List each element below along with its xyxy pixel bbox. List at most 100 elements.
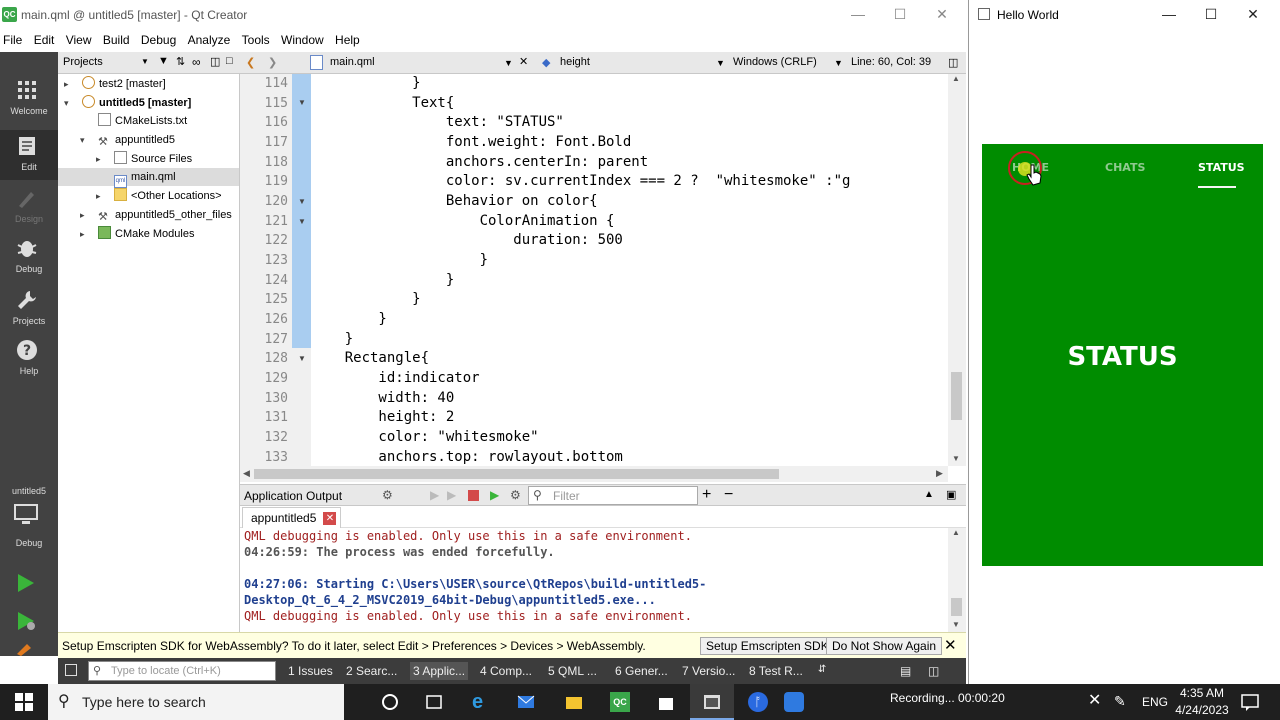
chevron-right-icon[interactable]: ▸ xyxy=(80,225,85,243)
tree-item-appuntitled5[interactable]: ▾ ⚒ appuntitled5 xyxy=(58,131,239,149)
chevron-right-icon[interactable]: ▸ xyxy=(64,75,69,93)
chevron-right-icon[interactable]: ▸ xyxy=(96,187,101,205)
mode-edit[interactable]: Edit xyxy=(0,130,58,180)
close-button[interactable]: ✕ xyxy=(1231,0,1275,30)
close-tab-icon[interactable]: ✕ xyxy=(323,512,337,525)
chevron-right-icon[interactable]: ▸ xyxy=(96,150,101,168)
build-hammer-icon[interactable] xyxy=(15,642,37,656)
chevron-down-icon[interactable]: ▼ xyxy=(834,58,843,68)
fold-arrow-icon[interactable]: ▼ xyxy=(298,217,306,226)
maximize-button[interactable]: ☐ xyxy=(1189,0,1233,30)
attach-debugger-icon[interactable]: ⚙ xyxy=(382,488,393,502)
bluetooth-icon[interactable]: ᚩ xyxy=(748,692,768,712)
chevron-down-icon[interactable]: ▼ xyxy=(716,58,725,68)
code-editor[interactable]: } Text{ text: "STATUS" font.weight: Font… xyxy=(311,74,948,466)
chevron-right-icon[interactable]: ▸ xyxy=(80,206,85,224)
menu-build[interactable]: Build xyxy=(100,30,135,47)
stop-icon[interactable] xyxy=(468,490,479,501)
scroll-down-icon[interactable]: ▼ xyxy=(952,620,960,629)
scrollbar-thumb[interactable] xyxy=(951,372,962,420)
chevron-down-icon[interactable]: ▼ xyxy=(504,58,513,68)
close-pane-icon[interactable]: □ xyxy=(226,55,233,67)
scrollbar-thumb[interactable] xyxy=(254,469,779,479)
zoom-in-icon[interactable]: + xyxy=(702,486,711,504)
tab-status[interactable]: STATUS xyxy=(1198,161,1245,174)
menu-debug[interactable]: Debug xyxy=(138,30,181,47)
minimize-button[interactable]: — xyxy=(1147,0,1191,30)
tree-item-test2[interactable]: ▸ test2 [master] xyxy=(58,75,239,93)
do-not-show-again-button[interactable]: Do Not Show Again xyxy=(826,637,943,655)
more-panes-icon[interactable]: ⇵ xyxy=(818,664,826,675)
gear-icon[interactable]: ⚙ xyxy=(510,488,521,502)
forward-arrow-icon[interactable]: ❯ xyxy=(268,56,277,69)
cortana-icon[interactable] xyxy=(380,692,400,712)
tree-item-main-qml[interactable]: qml main.qml xyxy=(58,168,239,188)
mode-projects[interactable]: Projects xyxy=(0,288,58,338)
back-arrow-icon[interactable]: ❮ xyxy=(246,56,255,69)
locator-input[interactable]: ⚲ Type to locate (Ctrl+K) xyxy=(88,661,276,681)
filter-icon[interactable]: ▼ xyxy=(158,55,169,67)
progress-icon[interactable]: ▤ xyxy=(900,664,911,678)
scroll-up-icon[interactable]: ▲ xyxy=(952,528,960,537)
fold-arrow-icon[interactable]: ▼ xyxy=(298,354,306,363)
pane-qml[interactable]: 5 QML ... xyxy=(548,664,597,678)
cursor-position[interactable]: Line: 60, Col: 39 xyxy=(851,56,931,68)
link-icon[interactable]: ∞ xyxy=(192,55,201,69)
output-tab-appuntitled5[interactable]: appuntitled5 ✕ xyxy=(242,507,342,528)
menu-edit[interactable]: Edit xyxy=(31,30,60,47)
tree-item-other-locations[interactable]: ▸ <Other Locations> xyxy=(58,187,239,205)
close-button[interactable]: ✕ xyxy=(920,0,964,30)
menu-help[interactable]: Help xyxy=(332,30,365,47)
scroll-right-icon[interactable]: ▶ xyxy=(936,468,943,479)
split-editor-icon[interactable]: ◫ xyxy=(948,56,958,69)
menu-window[interactable]: Window xyxy=(278,30,329,47)
mode-debug[interactable]: Debug xyxy=(0,236,58,286)
qt-creator-taskbar-icon[interactable]: QC xyxy=(610,692,630,712)
title-bar[interactable]: QC main.qml @ untitled5 [master] - Qt Cr… xyxy=(0,0,966,30)
open-file-dropdown[interactable]: main.qml xyxy=(330,56,375,68)
projects-dropdown[interactable]: Projects xyxy=(63,56,103,68)
scroll-left-icon[interactable]: ◀ xyxy=(243,468,250,479)
mail-icon[interactable] xyxy=(516,692,536,712)
scrollbar-thumb[interactable] xyxy=(951,598,962,616)
pane-issues[interactable]: 1 Issues xyxy=(288,664,333,678)
toggle-sidebar-icon[interactable] xyxy=(65,664,77,676)
kit-selector[interactable]: Debug xyxy=(0,502,58,550)
notification-icon[interactable] xyxy=(1240,692,1260,712)
mode-welcome[interactable]: Welcome xyxy=(0,78,58,128)
debug-run-icon[interactable] xyxy=(15,610,37,632)
scroll-down-icon[interactable]: ▼ xyxy=(952,454,960,463)
mode-help[interactable]: ? Help xyxy=(0,338,58,388)
tree-item-other-files[interactable]: ▸ ⚒ appuntitled5_other_files xyxy=(58,206,239,224)
language-indicator[interactable]: ENG xyxy=(1142,695,1168,709)
stop-recording-icon[interactable]: ✕ xyxy=(1088,690,1101,710)
menu-file[interactable]: File xyxy=(0,30,27,47)
debug-run-icon[interactable]: ▶ xyxy=(490,488,499,502)
pane-application-output[interactable]: 3 Applic... xyxy=(410,662,469,680)
chevron-down-icon[interactable]: ▾ xyxy=(64,94,69,112)
maximize-pane-icon[interactable]: ▲ xyxy=(924,489,934,500)
split-icon[interactable]: ◫ xyxy=(210,55,220,68)
symbol-dropdown[interactable]: height xyxy=(560,56,590,68)
clock-date[interactable]: 4/24/2023 xyxy=(1168,703,1236,717)
close-icon[interactable]: ✕ xyxy=(944,636,957,654)
app-taskbar-button[interactable] xyxy=(690,684,734,720)
close-pane-icon[interactable]: ▣ xyxy=(946,488,956,501)
menu-analyze[interactable]: Analyze xyxy=(185,30,236,47)
clock-time[interactable]: 4:35 AM xyxy=(1172,686,1232,700)
chevron-down-icon[interactable]: ▼ xyxy=(141,57,149,66)
fold-arrow-icon[interactable]: ▼ xyxy=(298,197,306,206)
tree-item-source-files[interactable]: ▸ Source Files xyxy=(58,150,239,168)
maximize-button[interactable]: ☐ xyxy=(878,0,922,30)
chevron-down-icon[interactable]: ▾ xyxy=(80,131,85,149)
edge-icon[interactable]: e xyxy=(472,692,492,712)
output-log[interactable]: QML debugging is enabled. Only use this … xyxy=(240,528,948,632)
tree-item-untitled5[interactable]: ▾ untitled5 [master] xyxy=(58,94,239,112)
output-filter-input[interactable]: ⚲ Filter xyxy=(528,486,698,505)
tree-item-cmake-modules[interactable]: ▸ CMake Modules xyxy=(58,225,239,243)
mode-design[interactable]: Design xyxy=(0,186,58,236)
pane-test-results[interactable]: 8 Test R... xyxy=(749,664,803,678)
minimize-button[interactable]: — xyxy=(836,0,880,30)
menu-view[interactable]: View xyxy=(63,30,97,47)
editor-vertical-scrollbar[interactable]: ▲ ▼ xyxy=(948,74,966,466)
